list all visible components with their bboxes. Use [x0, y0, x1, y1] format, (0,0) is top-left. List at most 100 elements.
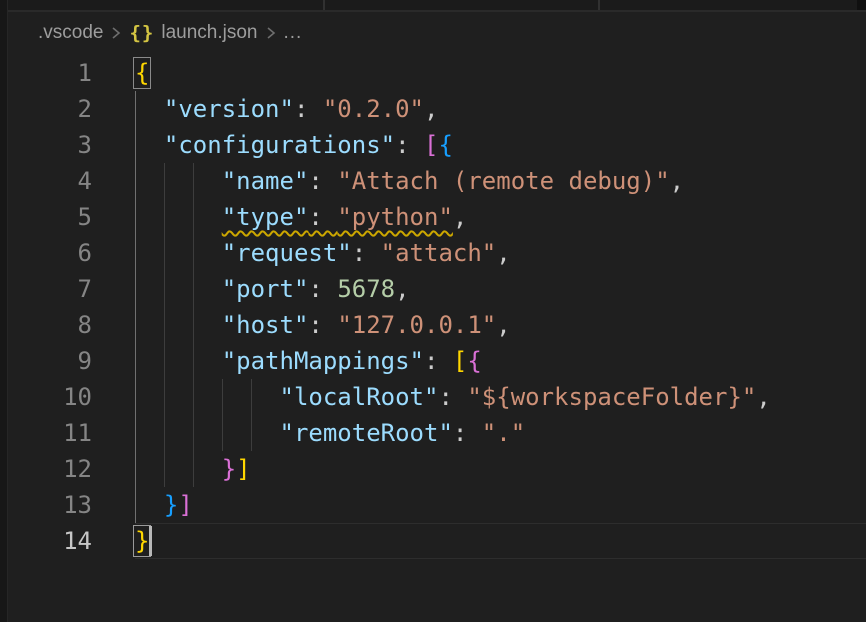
code-line-content[interactable]: }: [135, 523, 866, 559]
breadcrumb-item-folder[interactable]: .vscode: [38, 22, 103, 44]
code-line-content[interactable]: "pathMappings": [{: [135, 343, 866, 379]
token: 5678: [337, 275, 395, 303]
token: [135, 167, 222, 195]
token: ".": [482, 419, 525, 447]
token: {: [135, 55, 149, 91]
token: [135, 275, 222, 303]
token: "${workspaceFolder}": [467, 383, 756, 411]
token: "127.0.0.1": [337, 311, 496, 339]
token: [: [424, 131, 438, 159]
token: :: [308, 167, 337, 195]
code-area[interactable]: 1{2 "version": "0.2.0",3 "configurations…: [8, 55, 866, 559]
indent-guide: [193, 307, 194, 343]
line-number[interactable]: 13: [8, 487, 92, 523]
editor-line: 7 "port": 5678,: [8, 271, 866, 307]
code-line-content[interactable]: "port": 5678,: [135, 271, 866, 307]
indent-guide: [164, 415, 165, 451]
code-line-content[interactable]: "type": "python",: [135, 199, 866, 235]
editor-line: 6 "request": "attach",: [8, 235, 866, 271]
token: }: [164, 491, 178, 519]
line-number[interactable]: 14: [8, 523, 92, 559]
line-number[interactable]: 11: [8, 415, 92, 451]
breadcrumb-item-file[interactable]: launch.json: [161, 22, 257, 44]
tab-bar-end: [857, 0, 866, 10]
indent-guide: [135, 415, 136, 451]
token: :: [308, 311, 337, 339]
breadcrumb-item-symbols[interactable]: ...: [284, 22, 303, 44]
indent-guide: [193, 163, 194, 199]
code-line-content[interactable]: "name": "Attach (remote debug)",: [135, 163, 866, 199]
indent-guide: [193, 379, 194, 415]
indent-guide: [193, 271, 194, 307]
token: "host": [222, 311, 309, 339]
indent-guide: [164, 451, 165, 487]
indent-guide: [222, 415, 223, 451]
line-number[interactable]: 12: [8, 451, 92, 487]
breadcrumb: .vscode {} launch.json ...: [8, 12, 866, 54]
indent-guide: [135, 487, 136, 523]
token: ,: [496, 239, 510, 267]
token: :: [424, 347, 453, 375]
token: {: [438, 131, 452, 159]
indent-guide: [164, 235, 165, 271]
line-number[interactable]: 5: [8, 199, 92, 235]
code-line-content[interactable]: }]: [135, 451, 866, 487]
token: ,: [756, 383, 770, 411]
code-line-content[interactable]: "configurations": [{: [135, 127, 866, 163]
vscode-window: .vscode {} launch.json ... 1{2 "version"…: [0, 0, 866, 622]
tab-separator: [598, 0, 600, 10]
line-number[interactable]: 4: [8, 163, 92, 199]
token: }: [222, 455, 236, 483]
token: "Attach (remote debug)": [337, 167, 669, 195]
editor-line: 3 "configurations": [{: [8, 127, 866, 163]
indent-guide: [164, 307, 165, 343]
tab-separator: [323, 0, 325, 10]
code-line-content[interactable]: "request": "attach",: [135, 235, 866, 271]
line-number[interactable]: 8: [8, 307, 92, 343]
token: ,: [670, 167, 684, 195]
token: {: [467, 347, 481, 375]
line-number[interactable]: 9: [8, 343, 92, 379]
line-number[interactable]: 6: [8, 235, 92, 271]
code-line-content[interactable]: }]: [135, 487, 866, 523]
indent-guide: [135, 379, 136, 415]
line-number[interactable]: 10: [8, 379, 92, 415]
token: "version": [164, 95, 294, 123]
code-line-content[interactable]: "localRoot": "${workspaceFolder}",: [135, 379, 866, 415]
chevron-right-icon: [110, 25, 122, 41]
tab-bar-strip: [8, 0, 866, 12]
editor-line: 13 }]: [8, 487, 866, 523]
line-number[interactable]: 7: [8, 271, 92, 307]
indent-guide: [135, 199, 136, 235]
indent-guide: [135, 127, 136, 163]
editor-line: 5 "type": "python",: [8, 199, 866, 235]
editor-line: 1{: [8, 55, 866, 91]
code-line-content[interactable]: "remoteRoot": ".": [135, 415, 866, 451]
code-line-content[interactable]: {: [135, 55, 866, 91]
token: ,: [395, 275, 409, 303]
token: [135, 383, 280, 411]
editor-line: 8 "host": "127.0.0.1",: [8, 307, 866, 343]
editor-line: 14}: [8, 523, 866, 559]
token: :: [352, 239, 381, 267]
indent-guide: [193, 343, 194, 379]
indent-guide: [193, 415, 194, 451]
indent-guide: [251, 379, 252, 415]
editor-line: 10 "localRoot": "${workspaceFolder}",: [8, 379, 866, 415]
token: :: [294, 95, 323, 123]
code-line-content[interactable]: "host": "127.0.0.1",: [135, 307, 866, 343]
line-number[interactable]: 1: [8, 55, 92, 91]
token: :: [308, 203, 337, 231]
token: [135, 311, 222, 339]
editor-line: 9 "pathMappings": [{: [8, 343, 866, 379]
indent-guide: [135, 307, 136, 343]
token: "port": [222, 275, 309, 303]
token: "request": [222, 239, 352, 267]
token: [135, 203, 222, 231]
editor-line: 11 "remoteRoot": ".": [8, 415, 866, 451]
token: :: [453, 419, 482, 447]
code-line-content[interactable]: "version": "0.2.0",: [135, 91, 866, 127]
token: "pathMappings": [222, 347, 424, 375]
line-number[interactable]: 3: [8, 127, 92, 163]
line-number[interactable]: 2: [8, 91, 92, 127]
